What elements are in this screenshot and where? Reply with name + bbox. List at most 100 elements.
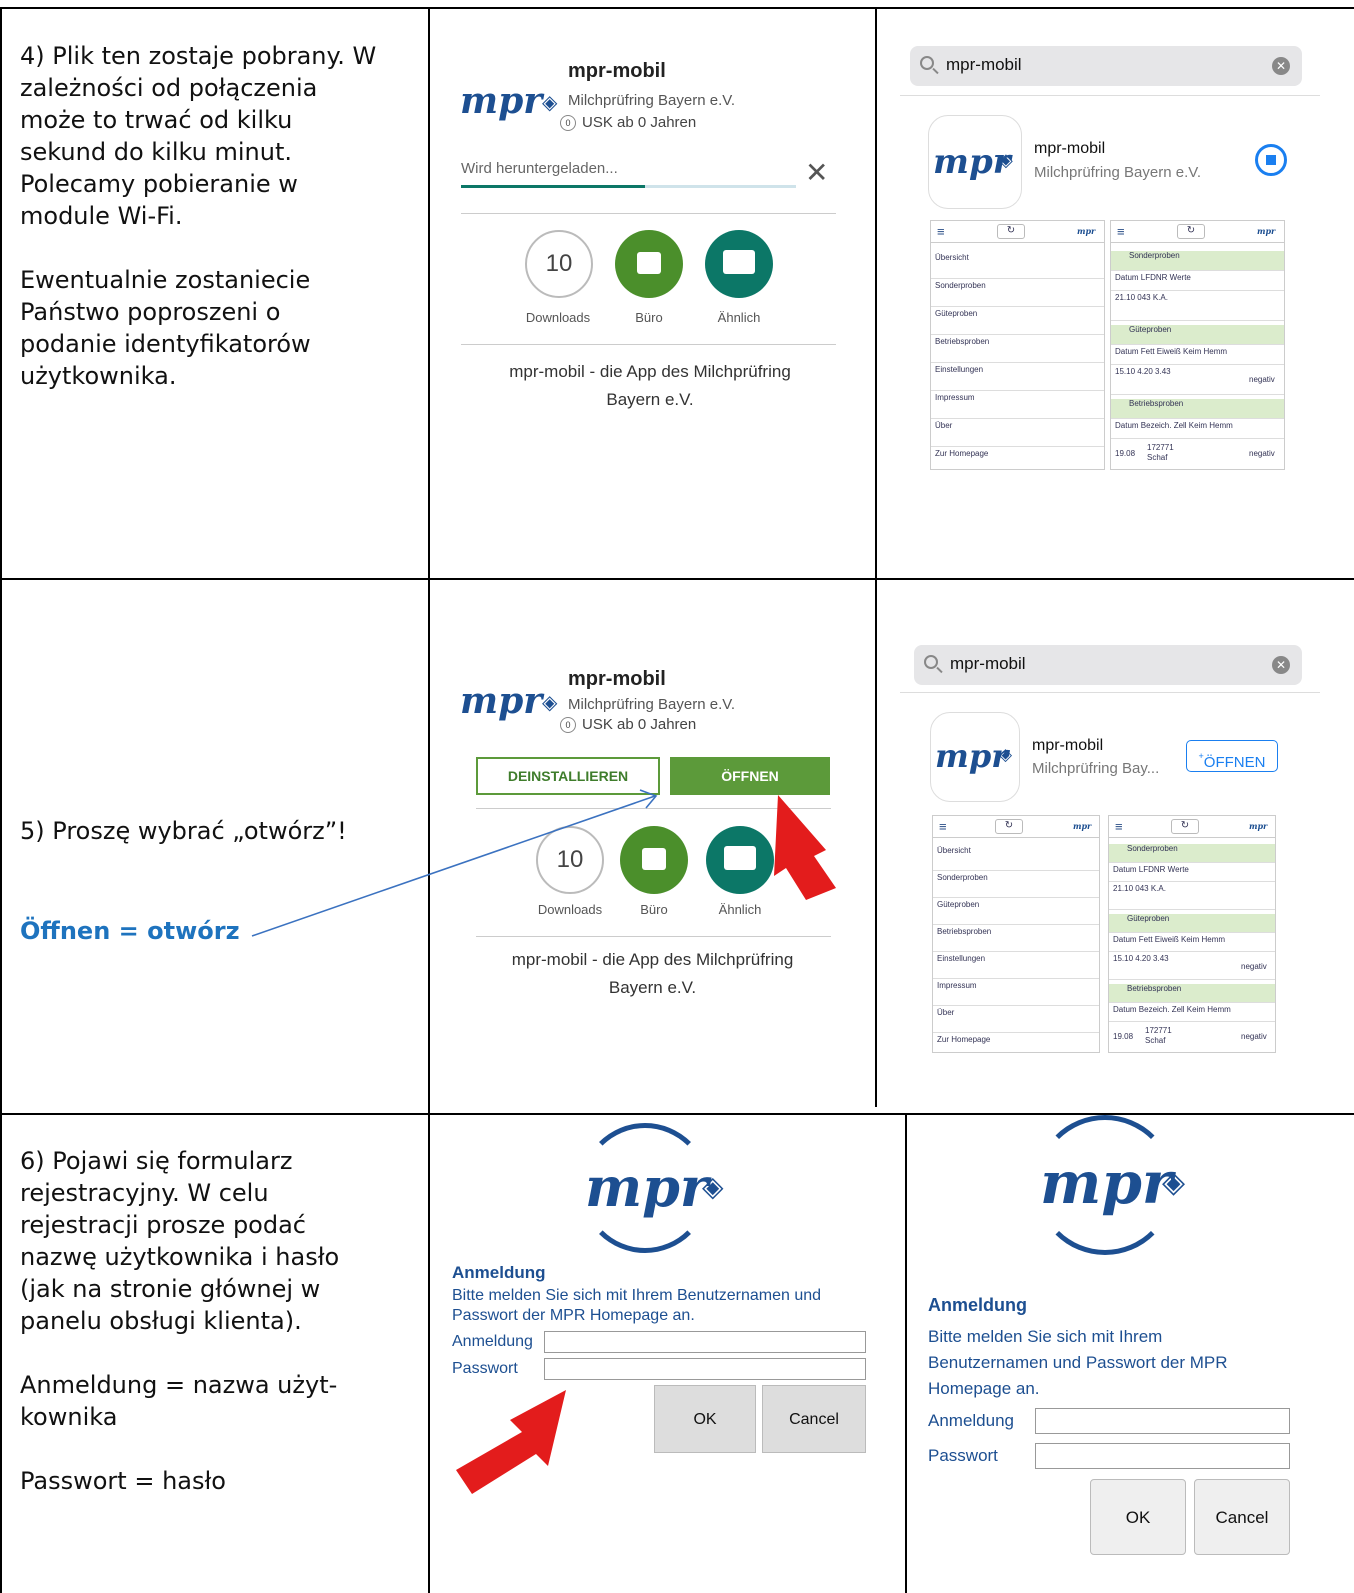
- step4-line: użytkownika.: [20, 362, 177, 390]
- open-button[interactable]: ÖFFNEN: [670, 757, 830, 795]
- mpr-logo-mark-icon: ◈: [542, 692, 558, 714]
- mpr-logo-icon: mpr: [1073, 821, 1092, 831]
- app-developer: Milchprüfring Bay...: [1032, 760, 1160, 777]
- menu-item: Güteproben: [931, 309, 1104, 335]
- login-heading: Anmeldung: [452, 1263, 546, 1282]
- login-heading: Anmeldung: [928, 1295, 1027, 1315]
- mpr-logo-mark-icon: ◈: [1162, 1165, 1186, 1200]
- menu-item: Impressum: [931, 393, 1104, 419]
- aehnlich-circle-icon[interactable]: [705, 230, 773, 298]
- buero-label: Büro: [635, 310, 663, 325]
- downloads-label: Downloads: [525, 310, 591, 325]
- app-title: mpr-mobil: [568, 668, 666, 690]
- buero-circle-icon[interactable]: [620, 826, 688, 894]
- usk-badge-icon: 0: [560, 717, 576, 733]
- section-title: Güteproben: [1111, 325, 1284, 345]
- mpr-logo-icon: mpr: [1040, 1149, 1173, 1217]
- menu-item: Über: [933, 1008, 1099, 1033]
- clear-search-icon[interactable]: ✕: [1272, 656, 1290, 674]
- clear-search-icon[interactable]: ✕: [1272, 57, 1290, 75]
- download-progress-fill: [461, 185, 645, 188]
- betrieb-date: 19.08: [1115, 449, 1136, 458]
- app-description: mpr-mobil - die App des Milchprüfring Ba…: [450, 946, 855, 1002]
- mini-header: ≡ ↻ mpr: [933, 816, 1099, 838]
- app-developer: Milchprüfring Bayern e.V.: [568, 696, 736, 713]
- uninstall-button[interactable]: DEINSTALLIEREN: [476, 757, 660, 795]
- step6-line: nazwę użytkownika i hasło: [20, 1243, 340, 1271]
- section-head: Datum Bezeich. Zell Keim Hemm: [1111, 421, 1284, 439]
- step6-line: 6) Pojawi się formularz: [20, 1147, 293, 1175]
- buero-circle-icon[interactable]: [615, 230, 683, 298]
- step6-line: (jak na stronie głównej w: [20, 1275, 321, 1303]
- menu-item: Betriebsproben: [933, 927, 1099, 952]
- ok-button[interactable]: OK: [654, 1385, 756, 1453]
- aehnlich-circle-icon[interactable]: [706, 826, 774, 894]
- table-row-divider-1: [0, 578, 1354, 580]
- step4-text: 4) Plik ten zostaje pobrany. W zależnośc…: [20, 40, 420, 392]
- step4-line: Polecamy pobieranie w: [20, 170, 298, 198]
- password-label: Passwort: [928, 1446, 998, 1465]
- search-icon: [924, 655, 938, 669]
- menu-item: Güteproben: [933, 900, 1099, 925]
- ok-button[interactable]: OK: [1090, 1479, 1186, 1555]
- screenshot-overview: ≡ ↻ mpr Sonderproben Datum LFDNR Werte 2…: [1110, 220, 1285, 470]
- search-input[interactable]: mpr-mobil: [946, 55, 1022, 75]
- menu-item: Zur Homepage: [937, 1035, 991, 1044]
- refresh-icon: ↻: [995, 819, 1023, 834]
- screenshot-overview: ≡ ↻ mpr Sonderproben Datum LFDNR Werte 2…: [1108, 815, 1276, 1053]
- ios-open-button[interactable]: +ÖFFNEN: [1186, 740, 1278, 772]
- divider: [900, 95, 1320, 96]
- ios-app-store-installed-panel: mpr-mobil ✕ mpr ◈ mpr-mobil Milchprüfrin…: [900, 640, 1320, 1060]
- login-instructions: Benutzernamen und Passwort der MPR: [928, 1353, 1228, 1372]
- hamburger-icon: ≡: [937, 224, 945, 239]
- step6-line: Passwort = hasło: [20, 1467, 226, 1495]
- menu-item: Übersicht: [933, 846, 1099, 871]
- guete-negativ: negativ: [1241, 962, 1267, 971]
- username-label: Anmeldung: [928, 1411, 1015, 1430]
- cancel-button[interactable]: Cancel: [1194, 1479, 1290, 1555]
- description-line: Bayern e.V.: [608, 978, 697, 997]
- section-title: Betriebsproben: [1109, 984, 1275, 1003]
- mpr-logo-mark-icon: ◈: [702, 1170, 724, 1203]
- step6-line: kownika: [20, 1403, 118, 1431]
- ios-download-progress-icon[interactable]: [1255, 144, 1287, 176]
- app-icon[interactable]: mpr ◈: [930, 712, 1020, 802]
- app-title: mpr-mobil: [1032, 737, 1104, 754]
- step4-line: 4) Plik ten zostaje pobrany. W: [20, 42, 377, 70]
- usk-rating: 0 USK ab 0 Jahren: [560, 114, 696, 131]
- password-input[interactable]: [544, 1358, 866, 1380]
- mini-header: ≡ ↻ mpr: [931, 221, 1104, 243]
- section-head: Datum LFDNR Werte: [1111, 273, 1284, 291]
- betrieb-negativ: negativ: [1249, 449, 1275, 458]
- username-input[interactable]: [544, 1331, 866, 1353]
- downloads-circle: 10: [525, 230, 593, 298]
- step6-line: Anmeldung = nazwa użyt-: [20, 1371, 338, 1399]
- mpr-logo-mark-icon: ◈: [999, 150, 1013, 171]
- username-input[interactable]: [1035, 1408, 1290, 1434]
- app-description: mpr-mobil - die App des Milchprüfring Ba…: [450, 358, 850, 414]
- mpr-logo-icon: mpr: [460, 680, 543, 722]
- ios-search-bar[interactable]: mpr-mobil ✕: [910, 46, 1302, 86]
- step5-line: 5) Proszę wybrać „otwórz”!: [20, 817, 347, 845]
- section-head: Datum Fett Eiweiß Keim Hemm: [1109, 935, 1275, 952]
- search-input[interactable]: mpr-mobil: [950, 654, 1026, 674]
- menu-item: Einstellungen: [933, 954, 1099, 979]
- screenshot-menu: ≡ ↻ mpr Übersicht Sonderproben Güteprobe…: [932, 815, 1100, 1053]
- mpr-logo-icon: mpr: [460, 80, 543, 122]
- cancel-button[interactable]: Cancel: [762, 1385, 866, 1453]
- betrieb-id: 172771: [1147, 443, 1174, 452]
- table-col-divider-2b: [905, 1113, 907, 1593]
- password-input[interactable]: [1035, 1443, 1290, 1469]
- app-developer: Milchprüfring Bayern e.V.: [568, 92, 736, 109]
- app-icon[interactable]: mpr ◈: [928, 115, 1022, 209]
- ios-search-bar[interactable]: mpr-mobil ✕: [914, 645, 1302, 685]
- hamburger-icon: ≡: [1115, 819, 1123, 834]
- mpr-logo-icon: mpr: [935, 737, 1009, 775]
- step4-line: podanie identyfikatorów: [20, 330, 311, 358]
- cancel-download-icon[interactable]: ✕: [805, 156, 828, 189]
- menu-item: Übersicht: [931, 253, 1104, 279]
- refresh-icon: ↻: [1171, 819, 1199, 834]
- mini-header: ≡ ↻ mpr: [1111, 221, 1284, 243]
- section-head: Datum LFDNR Werte: [1109, 865, 1275, 882]
- section-title: Güteproben: [1109, 914, 1275, 933]
